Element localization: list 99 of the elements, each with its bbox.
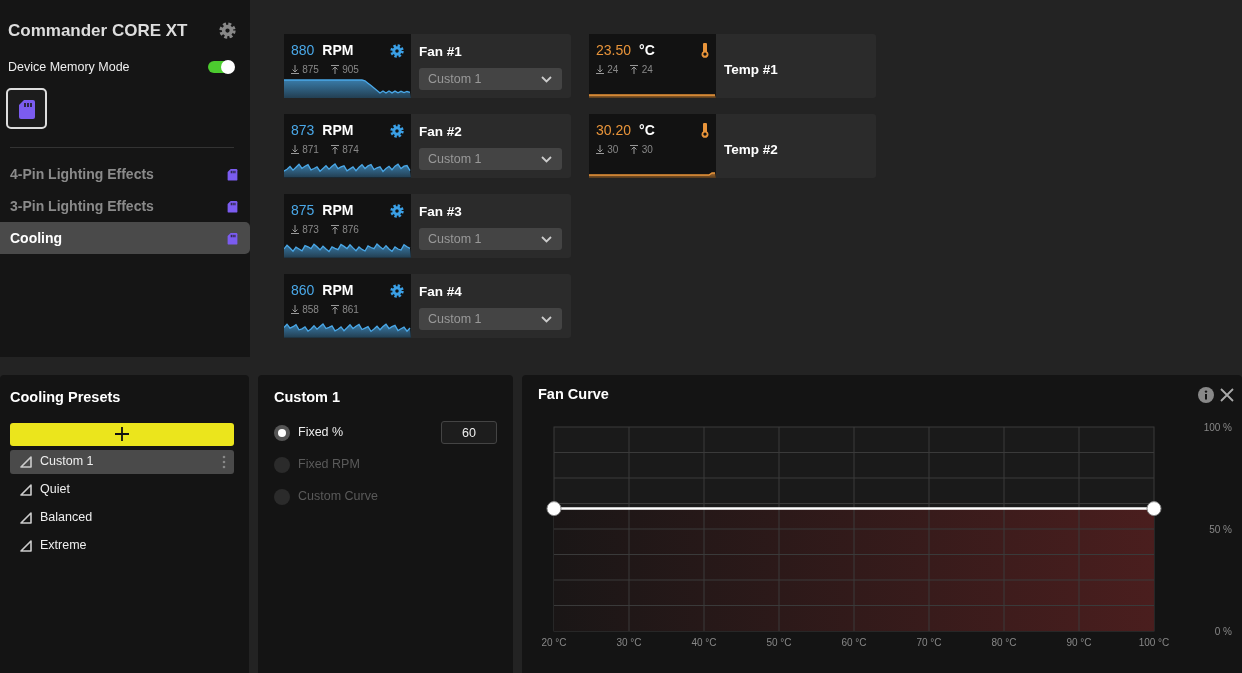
- max-icon: [330, 145, 339, 154]
- min-icon: [291, 305, 299, 314]
- preset-item[interactable]: Custom 1: [10, 449, 234, 474]
- option-label: Fixed RPM: [298, 456, 360, 474]
- memory-card-icon: [227, 167, 238, 181]
- sensor-name: Temp #2: [724, 140, 778, 159]
- radio-button[interactable]: [274, 424, 290, 441]
- axis-label: 100 %: [1203, 422, 1232, 433]
- chevron-down-icon: [541, 315, 552, 323]
- max-value: 30: [641, 143, 653, 157]
- max-value: 861: [342, 303, 359, 317]
- axis-label: 70 °C: [916, 637, 942, 648]
- panel-title: Fan Curve: [538, 385, 609, 405]
- plus-icon: [115, 427, 129, 442]
- axis-label: 80 °C: [991, 637, 1017, 648]
- axis-label: 20 °C: [541, 637, 567, 648]
- axis-label: 100 °C: [1138, 637, 1170, 648]
- curve-icon: [20, 539, 32, 552]
- memory-card-button[interactable]: [6, 88, 47, 130]
- axis-label: 90 °C: [1066, 637, 1092, 648]
- fan-name: Fan #4: [419, 283, 463, 301]
- add-button[interactable]: [10, 422, 234, 446]
- curve-point[interactable]: [546, 501, 562, 517]
- max-icon: [330, 225, 339, 234]
- max-value: 874: [342, 143, 359, 157]
- max-value: 876: [342, 223, 359, 237]
- min-icon: [291, 145, 299, 154]
- info-icon[interactable]: [1197, 387, 1214, 403]
- axis-label: 50 °C: [766, 637, 792, 648]
- chevron-down-icon: [541, 155, 552, 163]
- axis-label: 40 °C: [691, 637, 717, 648]
- curve-icon: [20, 483, 32, 496]
- unit-label: °C: [639, 42, 655, 58]
- panel-title: Custom 1: [274, 388, 342, 407]
- reading-value: 23.50: [596, 42, 632, 58]
- min-value: 24: [607, 63, 619, 77]
- settings-icon[interactable]: [390, 283, 404, 298]
- min-value: 873: [302, 223, 319, 237]
- preset-item[interactable]: Quiet: [10, 477, 234, 502]
- panel-title: Cooling Presets: [9, 388, 122, 407]
- unit-label: °C: [639, 122, 655, 138]
- reading-value: 30.20: [596, 122, 632, 138]
- chevron-down-icon: [541, 75, 552, 83]
- axis-label: 50 %: [1209, 524, 1232, 535]
- settings-icon[interactable]: [390, 43, 404, 58]
- chevron-down-icon: [541, 235, 552, 243]
- axis-label: 30 °C: [616, 637, 642, 648]
- value-field[interactable]: 60: [441, 421, 497, 445]
- settings-icon[interactable]: [390, 203, 404, 218]
- reading-value: 875: [291, 202, 315, 218]
- nav-item[interactable]: 3-Pin Lighting Effects: [0, 190, 250, 223]
- preset-item[interactable]: Extreme: [10, 533, 234, 558]
- min-value: 30: [607, 143, 619, 157]
- min-value: 871: [302, 143, 319, 157]
- max-value: 905: [342, 63, 359, 77]
- reading-value: 880: [291, 42, 315, 58]
- close-icon[interactable]: [1220, 388, 1234, 402]
- setting-label: Device Memory Mode: [8, 58, 130, 76]
- unit-label: RPM: [322, 42, 354, 58]
- min-value: 858: [302, 303, 319, 317]
- settings-icon[interactable]: [390, 123, 404, 138]
- memory-card-icon: [17, 98, 36, 119]
- unit-label: RPM: [322, 282, 354, 298]
- fan-name: Fan #2: [419, 123, 463, 141]
- settings-icon[interactable]: [219, 22, 236, 40]
- curve-icon: [20, 455, 32, 468]
- preset-item[interactable]: Balanced: [10, 505, 234, 530]
- option-label: Custom Curve: [298, 488, 378, 506]
- curve-point[interactable]: [1146, 501, 1162, 517]
- max-icon: [330, 305, 339, 314]
- unit-label: RPM: [322, 122, 354, 138]
- fan-name: Fan #3: [419, 203, 463, 221]
- axis-label: 60 °C: [841, 637, 867, 648]
- max-icon: [330, 65, 339, 74]
- max-icon: [630, 145, 639, 154]
- unit-label: RPM: [322, 202, 354, 218]
- memory-card-icon: [227, 231, 238, 245]
- thermometer-icon: [701, 43, 709, 58]
- min-icon: [291, 65, 299, 74]
- min-icon: [291, 225, 299, 234]
- min-icon: [596, 65, 604, 74]
- nav-item[interactable]: Cooling: [0, 222, 250, 255]
- fan-name: Fan #1: [419, 43, 463, 61]
- curve-icon: [20, 511, 32, 524]
- min-value: 875: [302, 63, 319, 77]
- nav-item[interactable]: 4-Pin Lighting Effects: [0, 158, 250, 191]
- max-value: 24: [641, 63, 653, 77]
- axis-label: 0 %: [1214, 626, 1232, 637]
- more-icon[interactable]: [222, 454, 226, 469]
- toggle-switch[interactable]: [208, 60, 234, 73]
- sensor-name: Temp #1: [724, 60, 778, 79]
- min-icon: [596, 145, 604, 154]
- thermometer-icon: [701, 123, 709, 138]
- option-label: Fixed %: [298, 424, 344, 442]
- device-title: Commander CORE XT: [8, 20, 188, 42]
- memory-card-icon: [227, 199, 238, 213]
- max-icon: [630, 65, 639, 74]
- reading-value: 873: [291, 122, 315, 138]
- reading-value: 860: [291, 282, 315, 298]
